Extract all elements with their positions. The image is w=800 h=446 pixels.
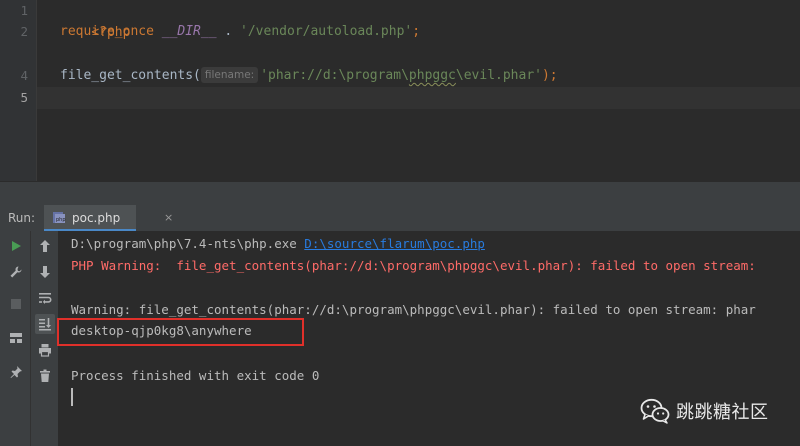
line-number: 2 [20,24,28,39]
tab-poc-php[interactable]: php poc.php × [44,205,173,231]
console-caret [71,388,73,406]
php-file-icon: php [53,212,66,223]
concat-operator: . [216,24,241,39]
semicolon: ; [412,24,421,39]
wechat-icon [640,398,670,424]
php-executable-path: D:\program\php\7.4-nts\php.exe [71,236,305,251]
toolbar-divider [30,231,31,446]
code-line-4[interactable]: file_get_contents(filename:'phar://d:\pr… [60,65,558,87]
current-line-highlight [37,87,800,109]
run-label: Run: [8,211,36,225]
close-icon[interactable]: × [164,205,173,231]
script-path-link[interactable]: D:\source\flarum\poc.php [304,236,485,251]
editor-run-splitter[interactable] [0,181,800,206]
run-tool-window-header: Run: php poc.php × [0,205,800,232]
scroll-to-end-icon[interactable] [35,314,55,334]
close-paren-semicolon: ); [541,68,558,83]
stop-icon[interactable] [6,294,26,314]
autoload-path-string: '/vendor/autoload.php' [240,24,413,39]
phar-path-string-part2: \evil.phar' [455,68,542,83]
line-number: 4 [20,68,28,83]
wrench-icon[interactable] [6,262,26,282]
tab-label: poc.php [72,211,121,225]
code-editor[interactable]: 1 2 4 5 <?php require_once __DIR__ . '/v… [0,0,800,181]
require-keyword: require_once [60,24,154,39]
svg-text:php: php [56,217,66,223]
watermark-text: 跳跳糖社区 [676,402,769,423]
trash-icon[interactable] [35,366,55,386]
watermark: 跳跳糖社区 [640,396,769,426]
console-command-line: D:\program\php\7.4-nts\php.exe D:\source… [71,233,485,255]
soft-wrap-icon[interactable] [35,288,55,308]
typo-squiggle-word: phpggc [408,68,456,83]
php-warning-line: PHP Warning: file_get_contents(phar://d:… [71,258,756,273]
highlight-annotation-box [57,318,304,346]
up-arrow-icon[interactable] [35,236,55,256]
function-call: file_get_contents( [60,68,201,83]
print-icon[interactable] [35,340,55,360]
phar-path-string-part1: 'phar://d:\program\ [260,68,409,83]
code-line-2[interactable]: require_once __DIR__ . '/vendor/autoload… [60,21,420,43]
run-icon[interactable] [6,236,26,256]
line-number-gutter: 1 2 4 5 [0,0,36,181]
line-number: 1 [20,3,28,18]
exit-status-line: Process finished with exit code 0 [71,368,320,383]
layout-icon[interactable] [6,328,26,348]
dir-constant: __DIR__ [161,24,217,39]
line-number-current: 5 [20,90,28,105]
code-line-1[interactable]: <?php [60,0,130,40]
down-arrow-icon[interactable] [35,262,55,282]
parameter-hint: filename: [200,67,259,83]
pin-icon[interactable] [6,362,26,382]
